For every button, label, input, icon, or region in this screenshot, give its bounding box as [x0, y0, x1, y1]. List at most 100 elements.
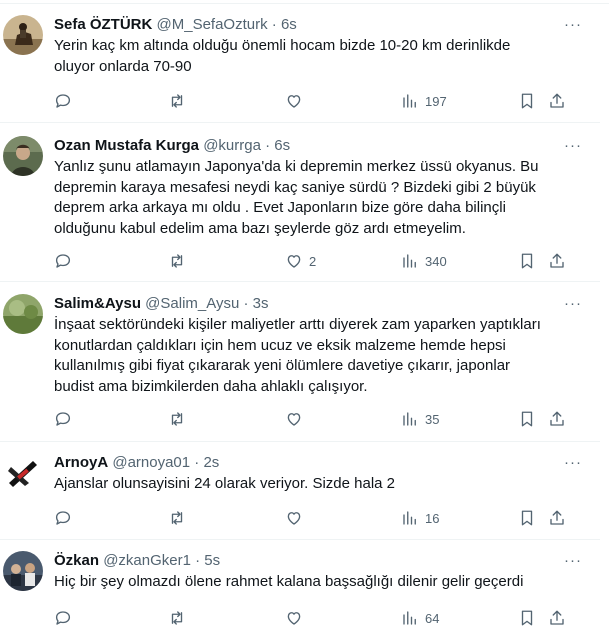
reply-icon — [55, 254, 71, 268]
reply-button[interactable] — [54, 408, 72, 430]
share-button[interactable] — [548, 408, 566, 430]
views-button[interactable]: 197 — [401, 90, 447, 112]
divider — [0, 0, 609, 4]
avatar[interactable] — [3, 453, 43, 493]
share-icon — [550, 93, 564, 108]
retweet-button[interactable] — [168, 90, 186, 112]
more-options-icon[interactable]: ··· — [564, 453, 582, 473]
share-button[interactable] — [548, 90, 566, 112]
tweet[interactable]: Salim&Aysu @Salim_Aysu · 3s ··· İnşaat s… — [0, 283, 600, 442]
reply-button[interactable] — [54, 607, 72, 629]
bookmark-button[interactable] — [518, 250, 536, 272]
views-chart-icon — [403, 511, 416, 525]
display-name[interactable]: Özkan — [54, 552, 99, 569]
views-button[interactable]: 16 — [401, 507, 439, 529]
tweet[interactable]: Sefa ÖZTÜRK @M_SefaOzturk · 6s ··· Yerin… — [0, 5, 600, 123]
views-button[interactable]: 35 — [401, 408, 439, 430]
bookmark-button[interactable] — [518, 90, 536, 112]
views-chart-icon — [403, 412, 416, 426]
retweet-button[interactable] — [168, 507, 186, 529]
reply-button[interactable] — [54, 90, 72, 112]
retweet-button[interactable] — [168, 250, 186, 272]
separator-dot: · — [243, 295, 249, 312]
share-button[interactable] — [548, 250, 566, 272]
display-name[interactable]: Sefa ÖZTÜRK — [54, 16, 152, 33]
view-count: 35 — [425, 411, 440, 427]
username[interactable]: @Salim_Aysu — [145, 295, 239, 312]
reply-icon — [55, 611, 71, 625]
tweet[interactable]: Özkan @zkanGker1 · 5s ··· Hiç bir şey ol… — [0, 541, 600, 638]
action-bar: 35 — [54, 408, 586, 430]
action-bar: 64 — [54, 607, 586, 629]
tweet-header: Ozan Mustafa Kurga @kurrga · 6s ··· — [54, 136, 586, 156]
display-name[interactable]: Ozan Mustafa Kurga — [54, 137, 199, 154]
tweet[interactable]: ArnoyA @arnoya01 · 2s ··· Ajanslar oluns… — [0, 443, 600, 540]
views-chart-icon — [403, 94, 416, 108]
bookmark-icon — [521, 253, 533, 269]
timestamp[interactable]: 2s — [203, 454, 219, 471]
share-icon — [550, 610, 564, 625]
timestamp[interactable]: 3s — [253, 295, 269, 312]
action-bar: 16 — [54, 507, 586, 529]
timestamp[interactable]: 6s — [281, 16, 297, 33]
username[interactable]: @kurrga — [203, 137, 261, 154]
avatar[interactable] — [3, 294, 43, 334]
heart-icon — [287, 255, 301, 268]
reply-button[interactable] — [54, 507, 72, 529]
heart-icon — [287, 612, 301, 625]
bookmark-icon — [521, 93, 533, 109]
views-button[interactable]: 64 — [401, 607, 439, 629]
heart-icon — [287, 512, 301, 525]
view-count: 64 — [425, 610, 440, 626]
tweet-text: Ajanslar olunsayisini 24 olarak veriyor.… — [54, 475, 396, 492]
reply-button[interactable] — [54, 250, 72, 272]
reply-icon — [55, 412, 71, 426]
separator-dot: · — [271, 16, 277, 33]
retweet-icon — [171, 611, 183, 625]
retweet-icon — [171, 412, 183, 426]
display-name[interactable]: ArnoyA — [54, 454, 108, 471]
share-button[interactable] — [548, 607, 566, 629]
views-button[interactable]: 340 — [401, 250, 447, 272]
share-button[interactable] — [548, 507, 566, 529]
retweet-button[interactable] — [168, 408, 186, 430]
action-bar: 2 340 — [54, 250, 586, 272]
display-name[interactable]: Salim&Aysu — [54, 295, 141, 312]
avatar[interactable] — [3, 15, 43, 55]
more-options-icon[interactable]: ··· — [564, 136, 582, 156]
view-count: 197 — [425, 93, 447, 109]
tweet[interactable]: Ozan Mustafa Kurga @kurrga · 6s ··· Yanl… — [0, 124, 600, 282]
username[interactable]: @arnoya01 — [112, 454, 190, 471]
username[interactable]: @M_SefaOzturk — [157, 16, 268, 33]
like-button[interactable] — [285, 607, 309, 629]
bookmark-icon — [521, 411, 533, 427]
share-icon — [550, 510, 564, 525]
timestamp[interactable]: 5s — [204, 552, 220, 569]
timestamp[interactable]: 6s — [274, 137, 290, 154]
avatar[interactable] — [3, 136, 43, 176]
more-options-icon[interactable]: ··· — [564, 15, 582, 35]
tweet-text: Yerin kaç km altında olduğu önemli hocam… — [54, 37, 511, 75]
like-button[interactable] — [285, 90, 309, 112]
bookmark-button[interactable] — [518, 607, 536, 629]
retweet-button[interactable] — [168, 607, 186, 629]
more-options-icon[interactable]: ··· — [564, 294, 582, 314]
separator-dot: · — [195, 552, 201, 569]
like-button[interactable] — [285, 408, 309, 430]
views-chart-icon — [403, 254, 416, 268]
bookmark-button[interactable] — [518, 408, 536, 430]
tweet-header: Sefa ÖZTÜRK @M_SefaOzturk · 6s ··· — [54, 15, 586, 35]
like-button[interactable] — [285, 507, 309, 529]
tweet-text: İnşaat sektöründeki kişiler maliyetler a… — [54, 316, 541, 395]
bookmark-button[interactable] — [518, 507, 536, 529]
more-options-icon[interactable]: ··· — [564, 551, 582, 571]
avatar[interactable] — [3, 551, 43, 591]
username[interactable]: @zkanGker1 — [103, 552, 191, 569]
timeline-feed: Sefa ÖZTÜRK @M_SefaOzturk · 6s ··· Yerin… — [0, 0, 609, 638]
like-button[interactable]: 2 — [285, 250, 316, 272]
reply-icon — [55, 94, 71, 108]
like-count: 2 — [309, 253, 317, 269]
separator-dot: · — [265, 137, 271, 154]
tweet-header: Özkan @zkanGker1 · 5s ··· — [54, 551, 586, 571]
heart-icon — [287, 95, 301, 108]
